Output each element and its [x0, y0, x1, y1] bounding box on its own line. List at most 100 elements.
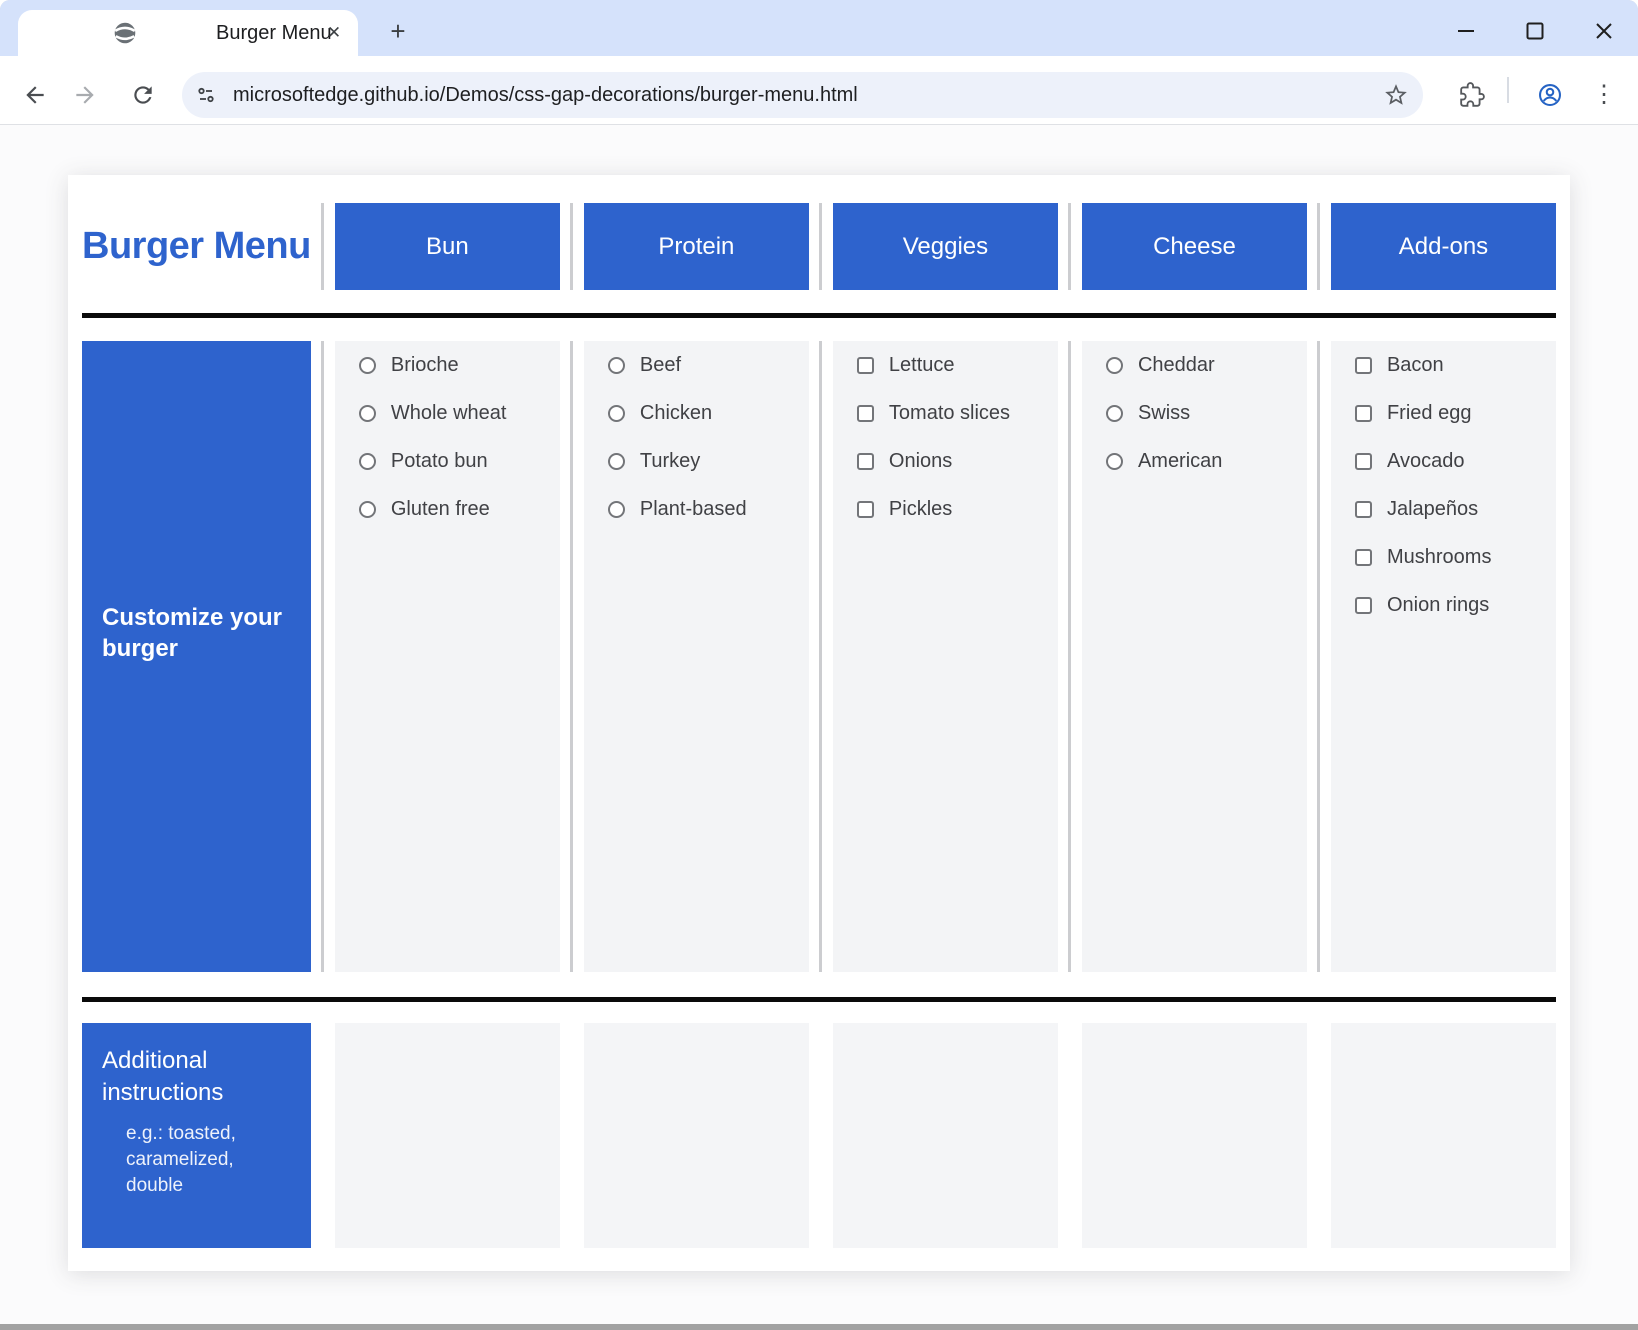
star-icon: [1383, 82, 1409, 108]
extensions-button[interactable]: [1459, 82, 1485, 108]
option-add-ons-bacon[interactable]: Bacon: [1331, 341, 1556, 389]
minimize-icon: [1452, 17, 1480, 45]
options-panel-protein: Beef Chicken Turkey Plant-based: [584, 341, 809, 972]
maximize-button[interactable]: [1521, 17, 1549, 45]
option-label: Turkey: [640, 450, 700, 473]
profile-icon: [1537, 82, 1563, 108]
profile-button[interactable]: [1537, 82, 1563, 108]
option-label: Bacon: [1387, 354, 1444, 377]
forward-button[interactable]: [72, 82, 98, 108]
address-bar[interactable]: microsoftedge.github.io/Demos/css-gap-de…: [182, 72, 1423, 118]
instructions-textarea-protein[interactable]: [584, 1023, 809, 1248]
option-protein-plant-based[interactable]: Plant-based: [584, 485, 809, 533]
option-label: Avocado: [1387, 450, 1464, 473]
row-gap-rule-bottom: [82, 997, 1556, 1002]
checkbox-veggies-tomato-slices[interactable]: [857, 405, 874, 422]
instructions-textarea-cheese[interactable]: [1082, 1023, 1307, 1248]
globe-favicon-icon: [112, 20, 138, 46]
option-bun-whole-wheat[interactable]: Whole wheat: [335, 389, 560, 437]
column-header-add-ons: Add-ons: [1331, 203, 1556, 290]
option-bun-potato-bun[interactable]: Potato bun: [335, 437, 560, 485]
option-label: Fried egg: [1387, 402, 1472, 425]
option-veggies-tomato-slices[interactable]: Tomato slices: [833, 389, 1058, 437]
option-label: Lettuce: [889, 354, 955, 377]
option-label: American: [1138, 450, 1222, 473]
checkbox-add-ons-onion-rings[interactable]: [1355, 597, 1372, 614]
option-protein-chicken[interactable]: Chicken: [584, 389, 809, 437]
tab-close-button[interactable]: ✕: [322, 21, 346, 45]
option-cheese-cheddar[interactable]: Cheddar: [1082, 341, 1307, 389]
instructions-textarea-bun[interactable]: [335, 1023, 560, 1248]
option-veggies-pickles[interactable]: Pickles: [833, 485, 1058, 533]
option-add-ons-onion-rings[interactable]: Onion rings: [1331, 581, 1556, 629]
burger-menu-grid: Burger Menu Customize your burger Additi…: [82, 203, 1556, 1248]
option-label: Brioche: [391, 354, 459, 377]
option-cheese-swiss[interactable]: Swiss: [1082, 389, 1307, 437]
instructions-heading: Additional instructions: [102, 1045, 293, 1109]
radio-bun-whole-wheat[interactable]: [359, 405, 376, 422]
column-header-protein: Protein: [584, 203, 809, 290]
option-cheese-american[interactable]: American: [1082, 437, 1307, 485]
browser-toolbar: microsoftedge.github.io/Demos/css-gap-de…: [0, 56, 1638, 125]
radio-bun-brioche[interactable]: [359, 357, 376, 374]
radio-protein-turkey[interactable]: [608, 453, 625, 470]
options-panel-veggies: Lettuce Tomato slices OnionsPickles: [833, 341, 1058, 972]
bookmark-star-button[interactable]: [1383, 82, 1409, 108]
radio-protein-plant-based[interactable]: [608, 501, 625, 518]
option-protein-turkey[interactable]: Turkey: [584, 437, 809, 485]
close-icon: [1590, 17, 1618, 45]
option-label: Beef: [640, 354, 681, 377]
browser-menu-button[interactable]: ⋮: [1592, 78, 1614, 112]
options-panel-add-ons: Bacon Fried egg Avocado JalapeñosMushroomsO…: [1331, 341, 1556, 972]
option-veggies-onions[interactable]: Onions: [833, 437, 1058, 485]
option-bun-gluten-free[interactable]: Gluten free: [335, 485, 560, 533]
new-tab-button[interactable]: +: [382, 16, 414, 48]
checkbox-veggies-lettuce[interactable]: [857, 357, 874, 374]
option-add-ons-avocado[interactable]: Avocado: [1331, 437, 1556, 485]
radio-cheese-cheddar[interactable]: [1106, 357, 1123, 374]
column-header-bun: Bun: [335, 203, 560, 290]
column-header-veggies: Veggies: [833, 203, 1058, 290]
checkbox-veggies-pickles[interactable]: [857, 501, 874, 518]
instructions-textarea-veggies[interactable]: [833, 1023, 1058, 1248]
option-veggies-lettuce[interactable]: Lettuce: [833, 341, 1058, 389]
browser-tab[interactable]: Burger Menu ✕: [18, 10, 358, 56]
instructions-textarea-add-ons[interactable]: [1331, 1023, 1556, 1248]
option-label: Cheddar: [1138, 354, 1215, 377]
radio-bun-potato-bun[interactable]: [359, 453, 376, 470]
reload-button[interactable]: [130, 82, 156, 108]
radio-protein-chicken[interactable]: [608, 405, 625, 422]
site-info-button[interactable]: [195, 84, 217, 106]
radio-cheese-american[interactable]: [1106, 453, 1123, 470]
option-label: Potato bun: [391, 450, 488, 473]
checkbox-add-ons-fried-egg[interactable]: [1355, 405, 1372, 422]
customize-label: Customize your burger: [82, 341, 311, 972]
minimize-button[interactable]: [1452, 17, 1480, 45]
window-close-button[interactable]: [1590, 17, 1618, 45]
checkbox-add-ons-avocado[interactable]: [1355, 453, 1372, 470]
tab-strip: Burger Menu ✕ +: [0, 0, 1638, 56]
checkbox-add-ons-jalape-os[interactable]: [1355, 501, 1372, 518]
checkbox-add-ons-mushrooms[interactable]: [1355, 549, 1372, 566]
option-label: Plant-based: [640, 498, 747, 521]
radio-protein-beef[interactable]: [608, 357, 625, 374]
radio-cheese-swiss[interactable]: [1106, 405, 1123, 422]
browser-window: Burger Menu ✕ +: [0, 0, 1638, 1330]
checkbox-add-ons-bacon[interactable]: [1355, 357, 1372, 374]
option-add-ons-fried-egg[interactable]: Fried egg: [1331, 389, 1556, 437]
puzzle-icon: [1459, 82, 1485, 108]
option-label: Gluten free: [391, 498, 490, 521]
back-arrow-icon: [22, 82, 48, 108]
options-panel-cheese: Cheddar Swiss American: [1082, 341, 1307, 972]
option-label: Tomato slices: [889, 402, 1010, 425]
option-bun-brioche[interactable]: Brioche: [335, 341, 560, 389]
forward-arrow-icon: [72, 82, 98, 108]
options-panel-bun: Brioche Whole wheat Potato bun Gluten free: [335, 341, 560, 972]
option-protein-beef[interactable]: Beef: [584, 341, 809, 389]
row-gap-rule-top: [82, 313, 1556, 318]
option-add-ons-mushrooms[interactable]: Mushrooms: [1331, 533, 1556, 581]
checkbox-veggies-onions[interactable]: [857, 453, 874, 470]
option-add-ons-jalape-os[interactable]: Jalapeños: [1331, 485, 1556, 533]
back-button[interactable]: [22, 82, 48, 108]
radio-bun-gluten-free[interactable]: [359, 501, 376, 518]
